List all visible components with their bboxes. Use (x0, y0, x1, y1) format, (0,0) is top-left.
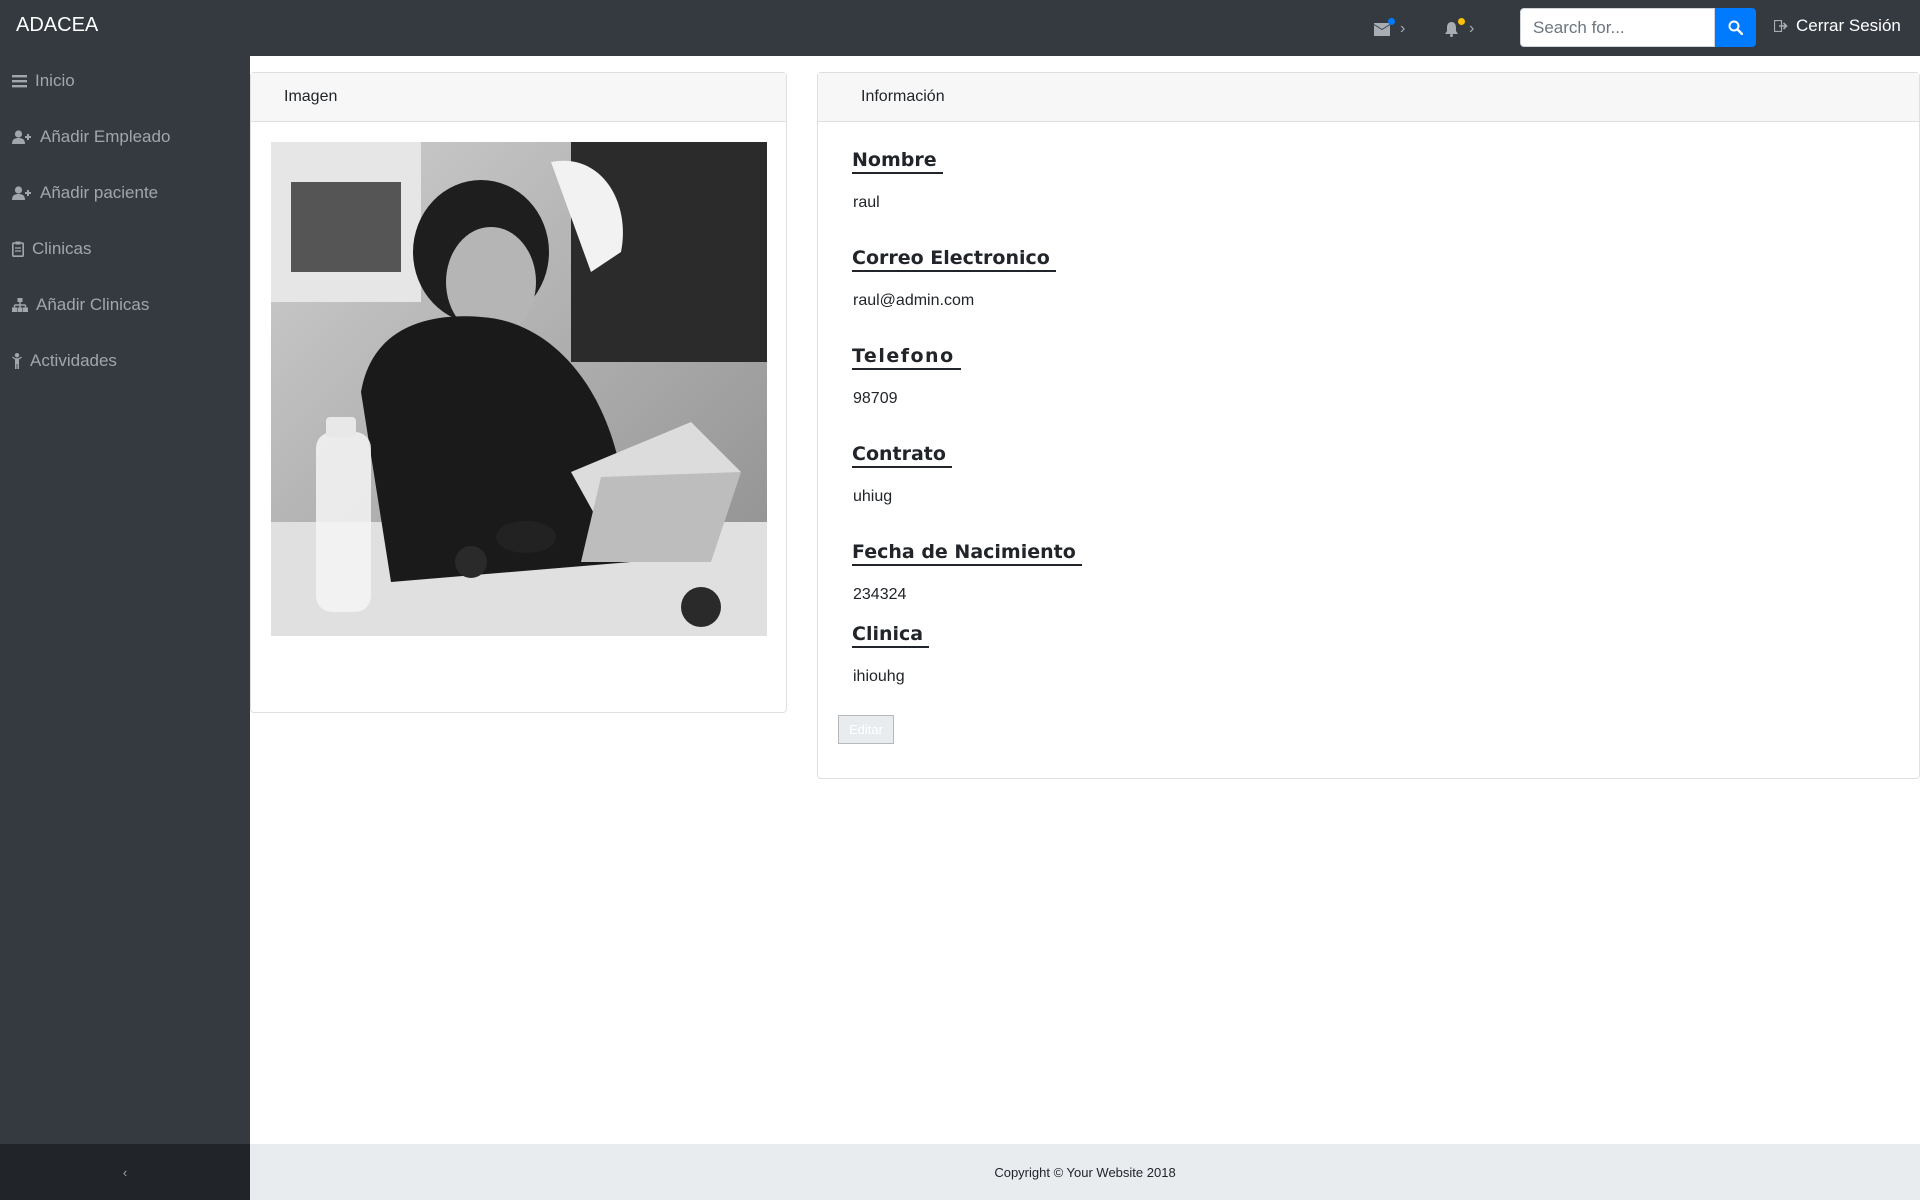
sidebar-item-label: Inicio (35, 71, 75, 90)
field-value-correo: raul@admin.com (853, 292, 975, 309)
field-label-contrato: Contrato (852, 443, 952, 468)
field-label-correo: Correo Electronico (852, 247, 1056, 272)
field-label-clinica: Clinica (852, 623, 930, 648)
image-card-title: Imagen (284, 88, 338, 105)
user-plus-icon (12, 130, 31, 144)
sign-out-icon (1774, 20, 1788, 32)
clipboard-icon (12, 241, 24, 257)
sidebar-item-anadir-empleado[interactable]: Añadir Empleado (12, 125, 170, 149)
image-card-header: Imagen (251, 73, 786, 122)
sidebar-toggle-icon: ‹ (122, 1164, 128, 1180)
sitemap-icon (12, 298, 28, 312)
profile-photo (271, 142, 767, 636)
search-form (1520, 8, 1756, 47)
user-plus-icon (12, 186, 31, 200)
bell-icon (1445, 21, 1458, 37)
search-button[interactable] (1715, 8, 1756, 47)
field-label-fecha-nacimiento: Fecha de Nacimiento (852, 541, 1082, 566)
footer-copyright: Copyright © Your Website 2018 (994, 1164, 1176, 1180)
logout-label: Cerrar Sesión (1796, 16, 1901, 35)
sidebar-item-label: Añadir Clinicas (36, 295, 150, 314)
chevron-right-icon: › (1400, 20, 1406, 37)
field-value-contrato: uhiug (853, 488, 893, 505)
brand-logo[interactable]: ADACEA (16, 14, 98, 37)
sidebar-toggle-button[interactable]: ‹ (0, 1144, 250, 1200)
chevron-right-icon: › (1469, 20, 1475, 37)
messages-dropdown[interactable]: › (1374, 18, 1418, 40)
information-card-title: Información (861, 88, 945, 105)
sidebar-item-label: Añadir Empleado (40, 127, 171, 146)
profile-photo-illustration (271, 142, 767, 636)
sidebar-item-label: Añadir paciente (40, 183, 159, 202)
alerts-badge (1458, 18, 1465, 25)
bars-icon (12, 75, 27, 88)
messages-badge (1388, 18, 1395, 25)
sidebar-item-actividades[interactable]: Actividades (12, 349, 117, 373)
sidebar-item-label: Clinicas (32, 239, 92, 258)
information-card: Información Nombre raul Correo Electroni… (817, 72, 1920, 779)
sidebar-item-anadir-paciente[interactable]: Añadir paciente (12, 181, 158, 205)
top-navbar: ADACEA › › Cerrar Sesión (0, 0, 1920, 56)
sidebar: Inicio Añadir Empleado Añadir paciente C… (0, 56, 250, 1144)
sidebar-item-clinicas[interactable]: Clinicas (12, 237, 92, 261)
envelope-icon (1374, 22, 1390, 36)
sidebar-item-anadir-clinicas[interactable]: Añadir Clinicas (12, 293, 149, 317)
search-icon (1728, 20, 1743, 35)
footer: Copyright © Your Website 2018 (250, 1144, 1920, 1200)
sidebar-item-label: Actividades (30, 351, 117, 370)
field-label-telefono: Telefono (852, 345, 961, 370)
child-icon (12, 353, 22, 369)
field-value-fecha-nacimiento: 234324 (853, 586, 907, 603)
field-value-nombre: raul (853, 194, 880, 211)
information-card-header: Información (818, 73, 1919, 122)
sidebar-item-inicio[interactable]: Inicio (12, 69, 75, 93)
search-input[interactable] (1520, 8, 1715, 47)
edit-button[interactable]: Editar (838, 715, 894, 744)
image-card: Imagen (250, 72, 787, 713)
field-value-clinica: ihiouhg (853, 668, 905, 685)
field-label-nombre: Nombre (852, 149, 943, 174)
field-value-telefono: 98709 (853, 390, 898, 407)
logout-link[interactable]: Cerrar Sesión (1774, 16, 1901, 36)
alerts-dropdown[interactable]: › (1444, 18, 1488, 40)
